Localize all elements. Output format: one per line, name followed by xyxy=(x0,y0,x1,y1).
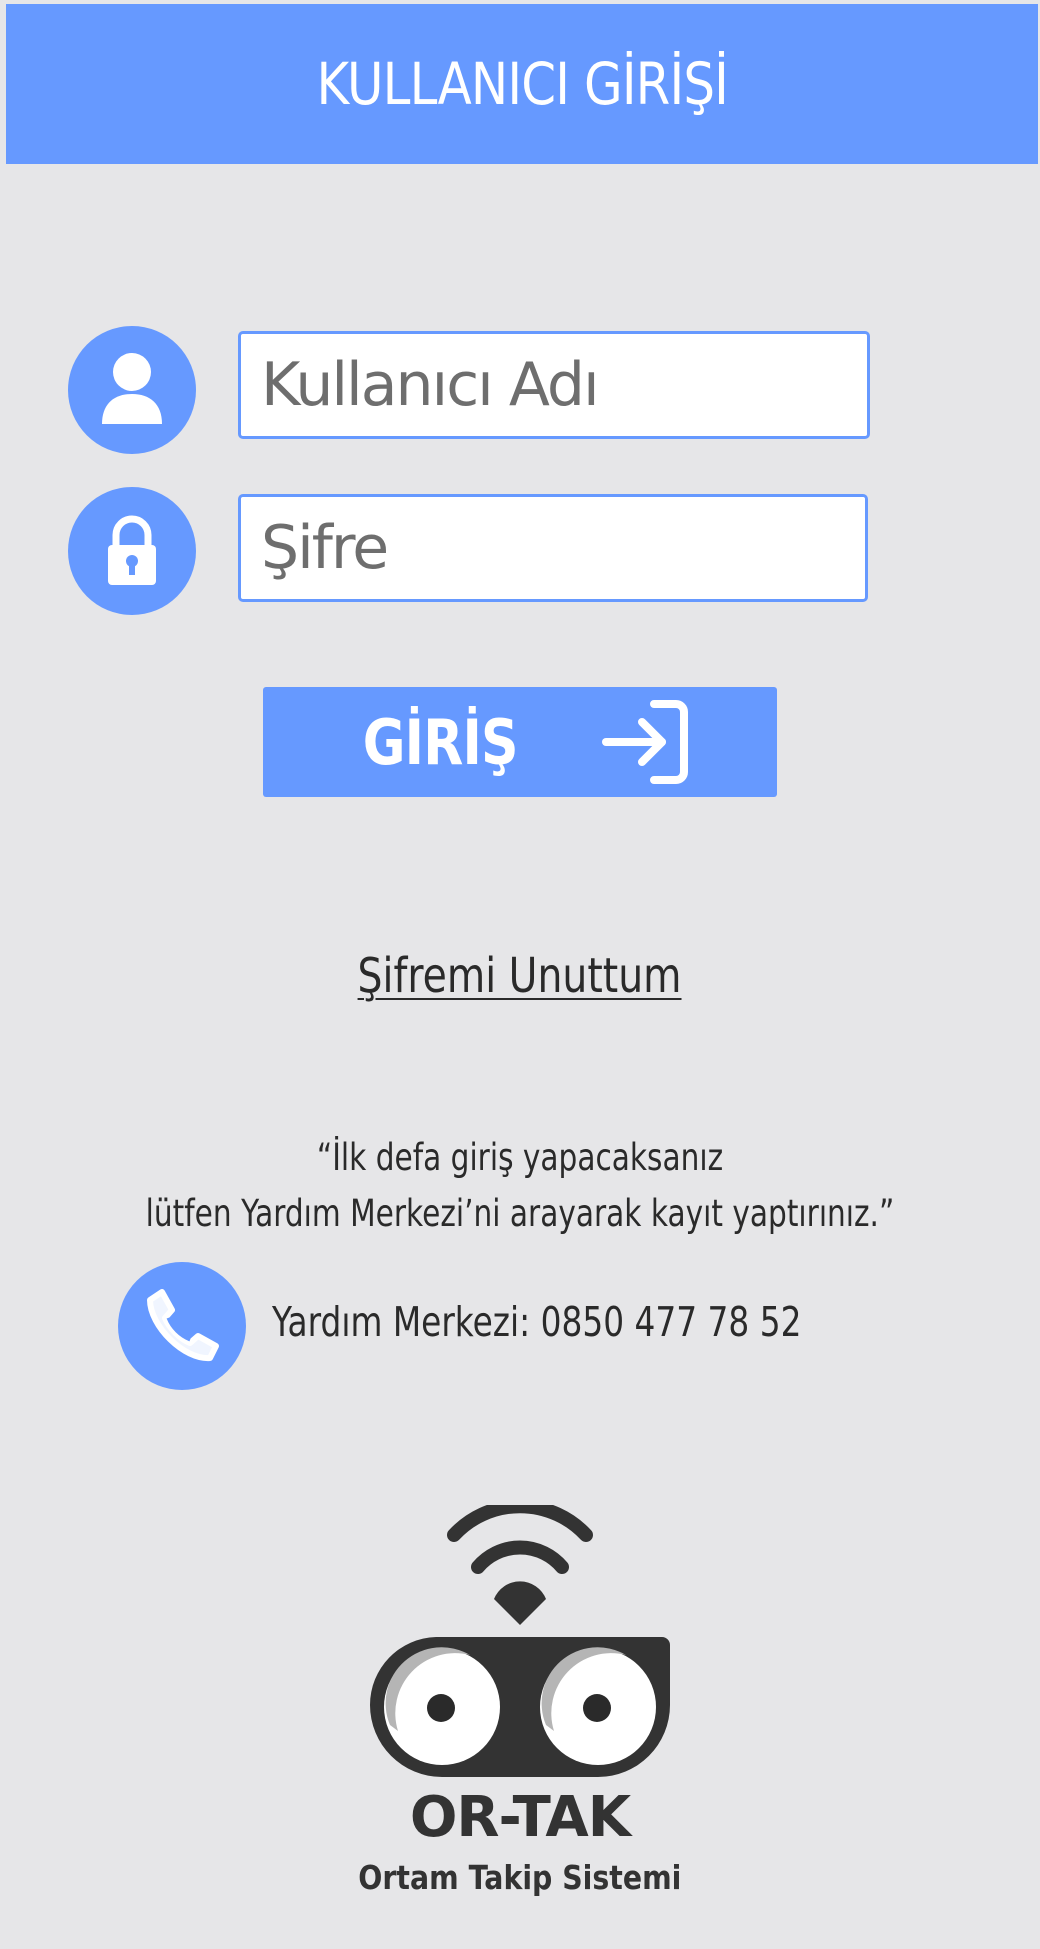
note-line-2: lütfen Yardım Merkezi’ni arayarak kayıt … xyxy=(145,1192,895,1235)
first-login-note: “İlk defa giriş yapacaksanız lütfen Yard… xyxy=(0,1130,1040,1242)
brand-tagline-text: Ortam Takip Sistemi xyxy=(358,1858,682,1897)
sign-in-arrow-icon xyxy=(602,700,689,784)
page-title: KULLANICI GİRİŞİ xyxy=(316,50,728,118)
phone-icon[interactable] xyxy=(118,1262,246,1390)
header-bar: KULLANICI GİRİŞİ xyxy=(6,4,1038,164)
forgot-password-link[interactable]: Şifremi Unuttum xyxy=(358,948,682,1004)
user-icon xyxy=(68,326,196,454)
login-screen: KULLANICI GİRİŞİ GİRİŞ Şifremi Unuttum xyxy=(0,0,1040,1949)
brand-name: OR-TAK xyxy=(409,1785,631,1850)
forgot-password-row: Şifremi Unuttum xyxy=(0,948,1040,1004)
lock-icon xyxy=(68,487,196,615)
note-line-1: “İlk defa giriş yapacaksanız xyxy=(316,1136,724,1179)
password-input[interactable] xyxy=(238,494,868,602)
login-button-label: GİRİŞ xyxy=(362,705,519,779)
brand-tagline: Ortam Takip Sistemi xyxy=(0,1858,1040,1897)
login-button[interactable]: GİRİŞ xyxy=(263,687,777,797)
username-input[interactable] xyxy=(238,331,870,439)
help-center-phone: Yardım Merkezi: 0850 477 78 52 xyxy=(272,1298,802,1346)
